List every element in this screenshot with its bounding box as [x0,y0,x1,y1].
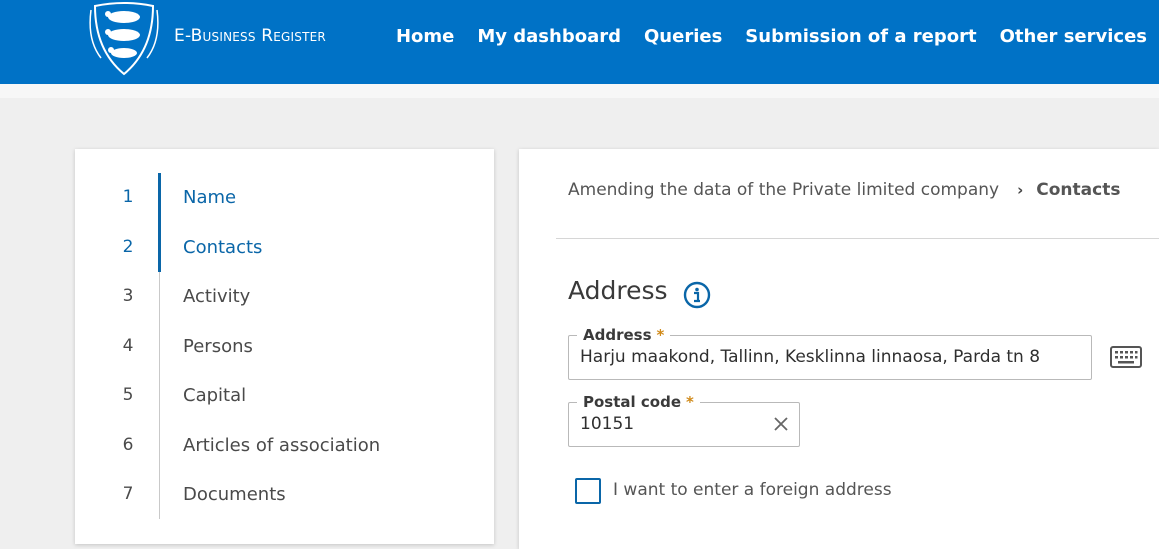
required-mark: * [686,393,694,411]
info-circle-icon[interactable] [683,281,711,309]
keyboard-icon[interactable] [1110,345,1142,369]
clear-icon[interactable] [772,415,790,433]
nav-submission-of-report[interactable]: Submission of a report [745,26,976,47]
brand-title-text: E-Business Register [174,26,326,46]
step-articles-of-association[interactable]: 6 Articles of association [75,425,494,465]
postal-code-label-text: Postal code [583,393,681,411]
breadcrumb-current: Contacts [1036,180,1121,200]
breadcrumb-chevron-icon: › [1017,181,1024,199]
steps-sidebar: 1 Name 2 Contacts 3 Activity 4 Persons 5… [75,149,494,544]
step-number: 5 [122,385,134,405]
breadcrumb-parent[interactable]: Amending the data of the Private limited… [568,180,999,200]
nav-queries[interactable]: Queries [644,26,722,47]
sub-header-strip [0,84,1159,98]
divider [556,238,1159,239]
step-activity[interactable]: 3 Activity [75,276,494,316]
foreign-address-checkbox-label[interactable]: I want to enter a foreign address [613,480,892,500]
address-field[interactable]: Address * Harju maakond, Tallinn, Kesklin… [568,326,1092,380]
brand-title[interactable]: E-Business Register [174,26,326,46]
address-label-text: Address [583,326,652,344]
step-documents[interactable]: 7 Documents [75,474,494,514]
step-capital[interactable]: 5 Capital [75,375,494,415]
step-contacts[interactable]: 2 Contacts [75,227,494,267]
nav-other-services[interactable]: Other services [1000,26,1147,47]
step-number: 3 [122,286,134,306]
step-label: Articles of association [183,434,381,456]
address-input-value[interactable]: Harju maakond, Tallinn, Kesklinna linnao… [580,347,1040,367]
step-number: 2 [122,237,134,257]
step-name[interactable]: 1 Name [75,177,494,217]
section-title: Address [568,276,668,305]
required-mark: * [656,326,665,344]
foreign-address-checkbox[interactable] [575,478,601,504]
step-label: Name [183,186,237,208]
postal-code-input-value[interactable]: 10151 [580,414,634,434]
step-label: Documents [183,483,286,505]
step-persons[interactable]: 4 Persons [75,326,494,366]
nav-my-dashboard[interactable]: My dashboard [477,26,621,47]
step-number: 7 [122,484,134,504]
address-field-label: Address * [577,326,671,344]
step-number: 1 [122,187,134,207]
postal-code-field[interactable]: Postal code * 10151 [568,393,800,447]
postal-code-field-label: Postal code * [577,393,700,411]
main-nav: Home My dashboard Queries Submission of … [373,26,1147,47]
step-number: 6 [122,435,134,455]
step-label: Contacts [183,236,263,258]
contacts-form-panel: Amending the data of the Private limited… [519,149,1159,549]
step-label: Capital [183,384,247,406]
step-label: Activity [183,285,251,307]
top-navigation-bar: E-Business Register Home My dashboard Qu… [0,0,1159,84]
step-label: Persons [183,335,253,357]
breadcrumb: Amending the data of the Private limited… [568,180,1120,200]
nav-home[interactable]: Home [396,26,454,47]
step-number: 4 [122,336,134,356]
coat-of-arms-logo-icon[interactable] [89,0,159,78]
